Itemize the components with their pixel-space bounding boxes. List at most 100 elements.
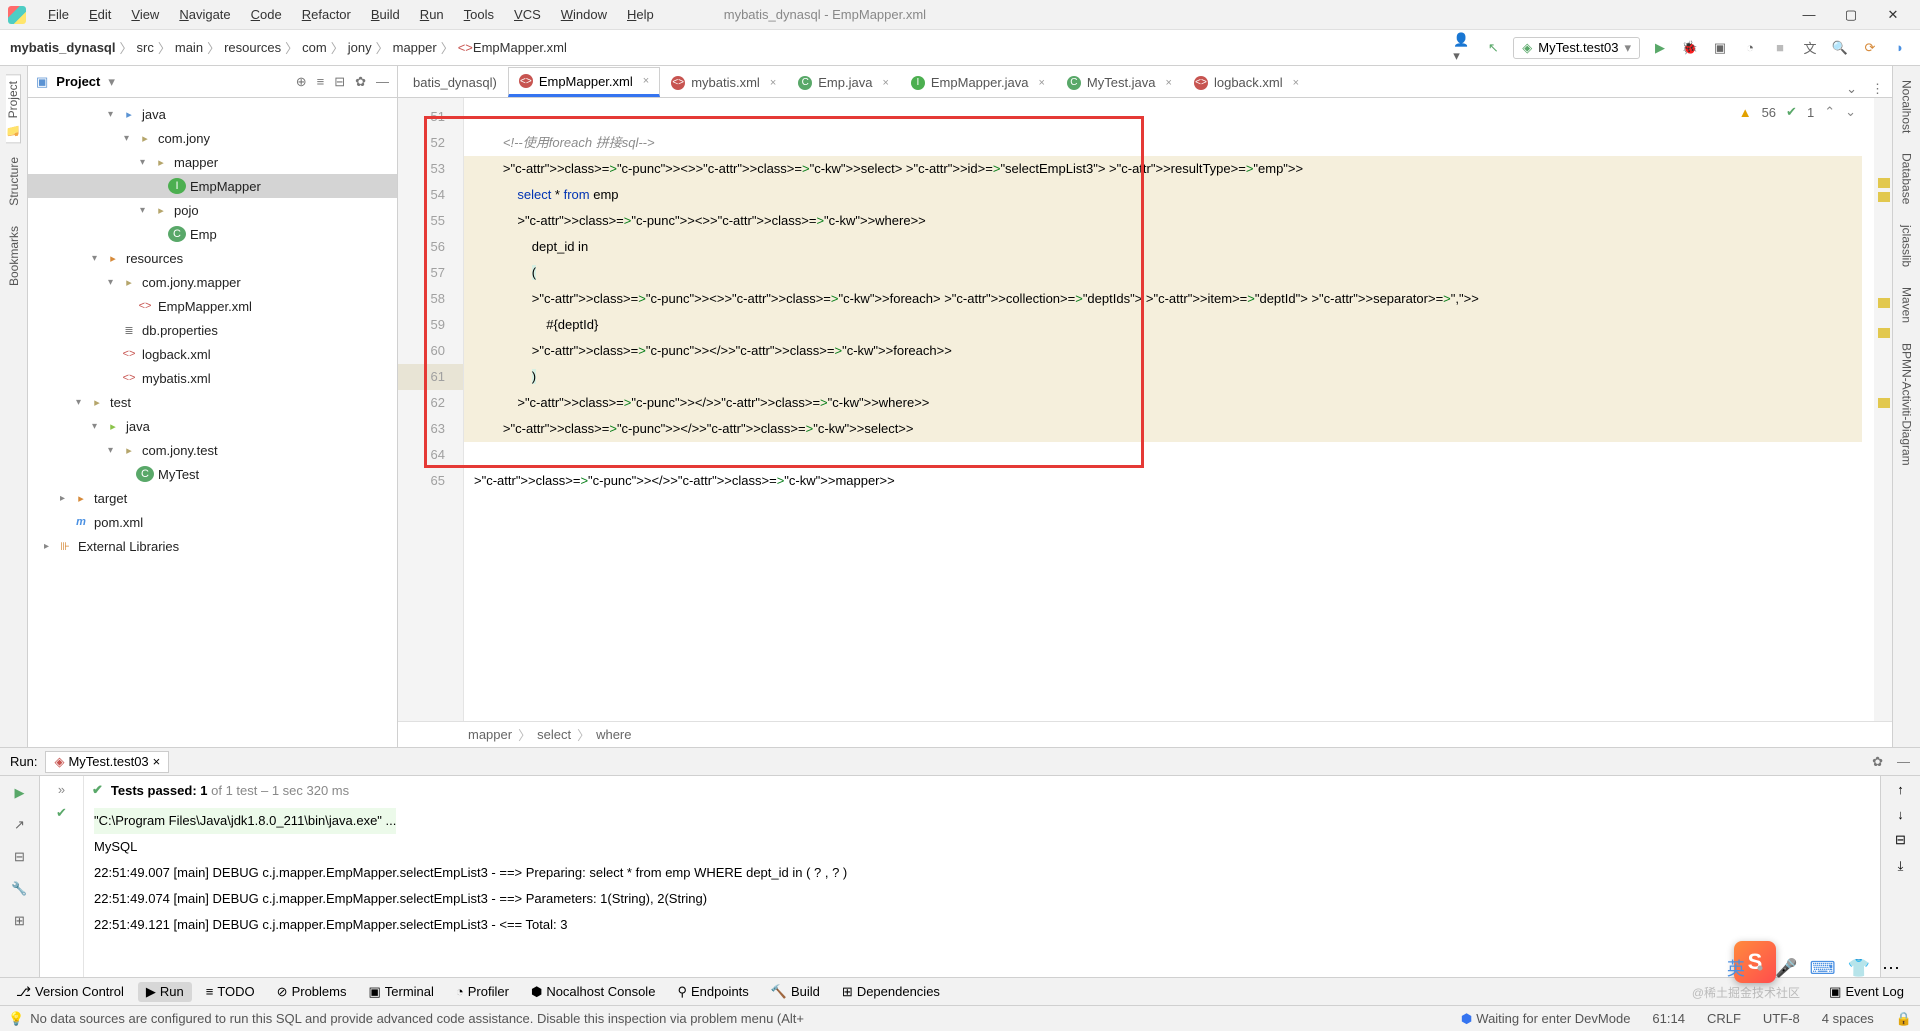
code-line[interactable]: <!--使用foreach 拼接sql--> bbox=[464, 130, 1892, 156]
editor-tab[interactable]: <>EmpMapper.xml× bbox=[508, 67, 660, 97]
tree-node[interactable]: <>EmpMapper.xml bbox=[28, 294, 397, 318]
code-line[interactable]: >"c-attr">>class>=>"c-punc">><>>"c-attr"… bbox=[464, 208, 1892, 234]
bottom-terminal[interactable]: ▣Terminal bbox=[360, 982, 441, 1002]
ed-breadcrumb-item[interactable]: where bbox=[596, 727, 631, 742]
file-encoding[interactable]: UTF-8 bbox=[1763, 1011, 1800, 1026]
line-number[interactable]: 63 bbox=[398, 416, 463, 442]
inspection-widget[interactable]: ▲56 ✔1 ⌃ ⌄ bbox=[1733, 102, 1862, 122]
bottom-profiler[interactable]: ◔Profiler bbox=[448, 982, 517, 1001]
search-icon[interactable]: 🔍 bbox=[1830, 38, 1850, 58]
sidetab-bpmn-activiti-diagram[interactable]: BPMN-Activiti-Diagram bbox=[1900, 337, 1914, 472]
sidetab-bookmarks[interactable]: Bookmarks bbox=[7, 220, 21, 292]
layout-icon[interactable]: ⊞ bbox=[9, 910, 31, 932]
sidetab-jclasslib[interactable]: jclasslib bbox=[1900, 219, 1914, 273]
coverage-button[interactable]: ▣ bbox=[1710, 38, 1730, 58]
sidetab-project[interactable]: 📁 Project bbox=[6, 74, 21, 143]
breadcrumb-item[interactable]: com bbox=[302, 40, 327, 55]
wrench-icon[interactable]: 🔧 bbox=[9, 878, 31, 900]
sidetab-structure[interactable]: Structure bbox=[7, 151, 21, 212]
tree-node[interactable]: mpom.xml bbox=[28, 510, 397, 534]
editor-tab[interactable]: <>logback.xml× bbox=[1183, 67, 1310, 97]
line-number[interactable]: 59 bbox=[398, 312, 463, 338]
toggle-tests-button[interactable]: ↗ bbox=[9, 814, 31, 836]
check-icon[interactable]: ✔ bbox=[56, 805, 67, 821]
gear-icon[interactable]: ✿ bbox=[1872, 754, 1883, 770]
maximize-button[interactable]: ▢ bbox=[1844, 8, 1858, 22]
collapse-all-icon[interactable]: ⊟ bbox=[334, 74, 345, 90]
profile-button[interactable]: ◔ bbox=[1740, 38, 1760, 58]
code-line[interactable]: dept_id in bbox=[464, 234, 1892, 260]
code-line[interactable]: >"c-attr">>class>=>"c-punc">></>>"c-attr… bbox=[464, 416, 1892, 442]
locate-icon[interactable]: ⊕ bbox=[296, 74, 307, 90]
sidetab-maven[interactable]: Maven bbox=[1900, 281, 1914, 329]
line-number[interactable]: 52 bbox=[398, 130, 463, 156]
code-line[interactable]: >"c-attr">>class>=>"c-punc">><>>"c-attr"… bbox=[464, 286, 1892, 312]
ed-breadcrumb-item[interactable]: select bbox=[537, 727, 571, 742]
toolbox-icon[interactable]: ◗ bbox=[1890, 38, 1910, 58]
line-number[interactable]: 62 bbox=[398, 390, 463, 416]
tree-node[interactable]: ▾▸java bbox=[28, 414, 397, 438]
lock-icon[interactable]: 🔒 bbox=[1896, 1011, 1912, 1027]
hide-icon[interactable]: — bbox=[376, 74, 389, 90]
bottom-run[interactable]: ▶Run bbox=[138, 982, 192, 1002]
chevron-down-icon[interactable]: ⌄ bbox=[1846, 81, 1857, 97]
devmode-label[interactable]: Waiting for enter DevMode bbox=[1476, 1011, 1630, 1026]
menu-window[interactable]: Window bbox=[551, 3, 617, 26]
bulb-icon[interactable]: 💡 bbox=[8, 1011, 24, 1027]
build-hammer-icon[interactable]: ↖ bbox=[1483, 38, 1503, 58]
line-number[interactable]: 61 bbox=[398, 364, 463, 390]
run-button[interactable]: ▶ bbox=[1650, 38, 1670, 58]
minimize-button[interactable]: — bbox=[1802, 8, 1816, 22]
user-icon[interactable]: 👤▾ bbox=[1453, 38, 1473, 58]
chevron-down-icon[interactable]: ▾ bbox=[108, 74, 115, 90]
run-config-selector[interactable]: ◈ MyTest.test03 ▾ bbox=[1513, 37, 1640, 59]
editor-tab[interactable]: batis_dynasql) bbox=[402, 67, 508, 97]
up-arrow-icon[interactable]: ↑ bbox=[1897, 782, 1904, 797]
menu-build[interactable]: Build bbox=[361, 3, 410, 26]
code-line[interactable]: ( bbox=[464, 260, 1892, 286]
line-number[interactable]: 58 bbox=[398, 286, 463, 312]
sidetab-database[interactable]: Database bbox=[1900, 147, 1914, 210]
line-number[interactable]: 51 bbox=[398, 104, 463, 130]
code-line[interactable] bbox=[464, 104, 1892, 130]
line-number[interactable]: 56 bbox=[398, 234, 463, 260]
breadcrumb-item[interactable]: mapper bbox=[393, 40, 437, 55]
tree-node[interactable]: ▾▸com.jony.mapper bbox=[28, 270, 397, 294]
close-tab-icon[interactable]: × bbox=[882, 77, 888, 89]
menu-vcs[interactable]: VCS bbox=[504, 3, 551, 26]
tree-node[interactable]: ▾▸pojo bbox=[28, 198, 397, 222]
close-tab-icon[interactable]: × bbox=[1293, 77, 1299, 89]
close-tab-icon[interactable]: × bbox=[770, 77, 776, 89]
run-tab[interactable]: ◈ MyTest.test03 × bbox=[45, 751, 169, 773]
menu-file[interactable]: File bbox=[38, 3, 79, 26]
tree-node[interactable]: <>logback.xml bbox=[28, 342, 397, 366]
tree-node[interactable]: CEmp bbox=[28, 222, 397, 246]
code-line[interactable]: ) bbox=[464, 364, 1892, 390]
menu-navigate[interactable]: Navigate bbox=[169, 3, 240, 26]
breadcrumb-item[interactable]: jony bbox=[348, 40, 372, 55]
tree-node[interactable]: ▾▸resources bbox=[28, 246, 397, 270]
soft-wrap-icon[interactable]: ⊟ bbox=[1895, 832, 1906, 848]
down-arrow-icon[interactable]: ↓ bbox=[1897, 807, 1904, 822]
translate-icon[interactable]: 文 bbox=[1800, 38, 1820, 58]
bottom-dependencies[interactable]: ⊞Dependencies bbox=[834, 982, 948, 1002]
tree-node[interactable]: ▸⊪External Libraries bbox=[28, 534, 397, 558]
tree-node[interactable]: ▾▸test bbox=[28, 390, 397, 414]
ime-toolbar[interactable]: 英•🎤⌨👕⋯ bbox=[1727, 955, 1900, 981]
line-number[interactable]: 54 bbox=[398, 182, 463, 208]
expand-icon[interactable]: » bbox=[58, 782, 65, 797]
stop-button[interactable]: ■ bbox=[1770, 38, 1790, 58]
close-button[interactable]: ✕ bbox=[1886, 8, 1900, 22]
bottom-version-control[interactable]: ⎇Version Control bbox=[8, 982, 132, 1002]
console-output[interactable]: "C:\Program Files\Java\jdk1.8.0_211\bin\… bbox=[84, 804, 1880, 977]
menu-edit[interactable]: Edit bbox=[79, 3, 121, 26]
code-line[interactable] bbox=[464, 442, 1892, 468]
menu-refactor[interactable]: Refactor bbox=[292, 3, 361, 26]
line-number[interactable]: 53 bbox=[398, 156, 463, 182]
breadcrumb-item[interactable]: EmpMapper.xml bbox=[473, 40, 567, 55]
tree-node[interactable]: ▸▸target bbox=[28, 486, 397, 510]
close-tab-icon[interactable]: × bbox=[1166, 77, 1172, 89]
rerun-button[interactable]: ▶ bbox=[9, 782, 31, 804]
editor-tab[interactable]: CMyTest.java× bbox=[1056, 67, 1183, 97]
scroll-end-icon[interactable]: ⤓ bbox=[1898, 858, 1904, 874]
